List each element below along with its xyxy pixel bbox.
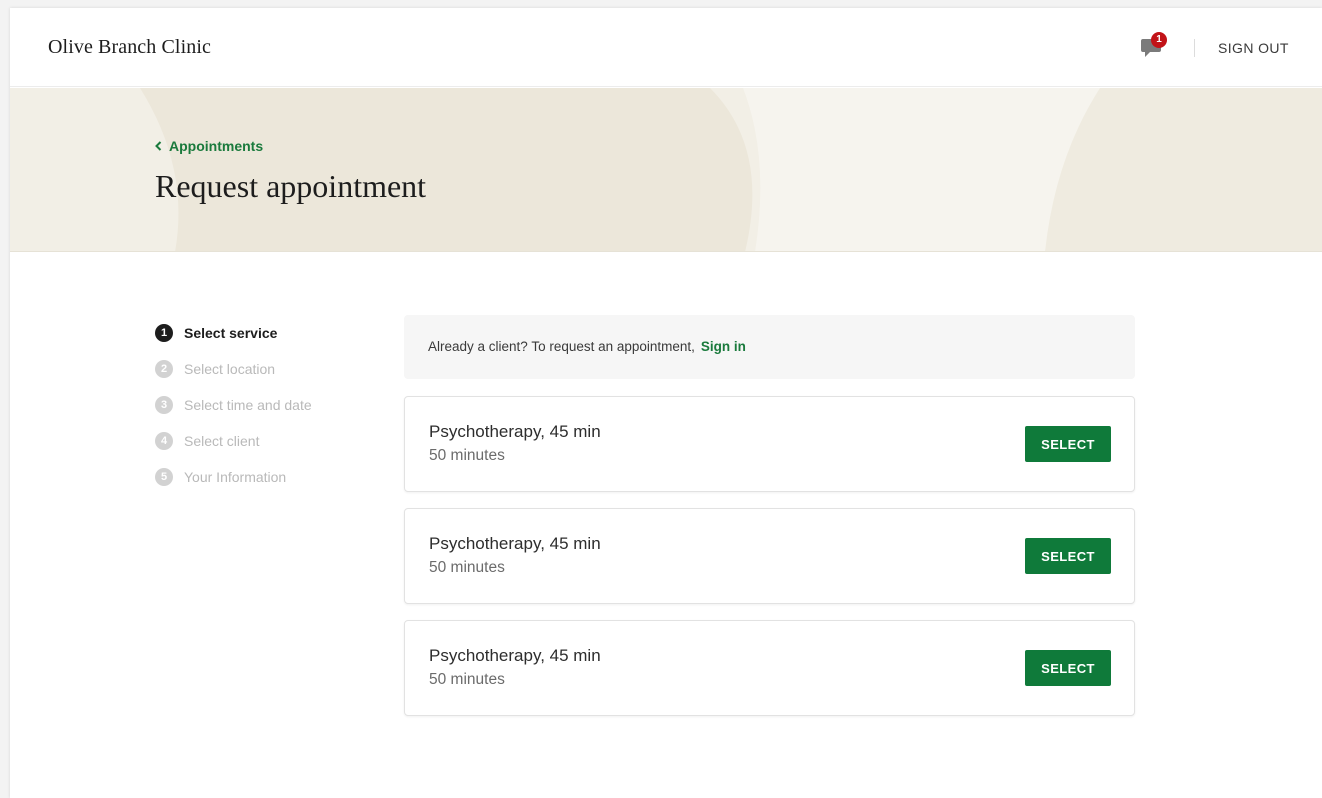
step-select-time-date: 3 Select time and date — [155, 387, 375, 423]
service-title: Psychotherapy, 45 min — [429, 534, 601, 553]
step-select-location: 2 Select location — [155, 351, 375, 387]
back-link-label: Appointments — [169, 138, 264, 154]
select-service-button[interactable]: SELECT — [1025, 650, 1111, 686]
top-bar: Olive Branch Clinic 1 SIGN OUT — [10, 8, 1322, 87]
sign-in-link[interactable]: Sign in — [701, 339, 746, 354]
back-to-appointments-link[interactable]: Appointments — [155, 138, 263, 154]
page-banner: Appointments Request appointment — [10, 88, 1322, 252]
step-label: Select location — [184, 361, 276, 377]
service-duration: 50 minutes — [429, 671, 505, 688]
select-service-button[interactable]: SELECT — [1025, 538, 1111, 574]
step-number: 3 — [155, 396, 173, 414]
service-card: Psychotherapy, 45 min 50 minutes SELECT — [404, 620, 1135, 716]
step-label: Select time and date — [184, 397, 312, 413]
messages-button[interactable]: 1 — [1138, 32, 1172, 62]
step-label: Select service — [184, 325, 278, 341]
sign-out-button[interactable]: SIGN OUT — [1218, 40, 1289, 56]
step-select-client: 4 Select client — [155, 423, 375, 459]
clinic-name: Olive Branch Clinic — [48, 36, 211, 58]
step-your-information: 5 Your Information — [155, 459, 375, 495]
step-label: Your Information — [184, 469, 287, 485]
service-duration: 50 minutes — [429, 559, 505, 576]
page: Olive Branch Clinic 1 SIGN OUT Appointme… — [10, 8, 1322, 798]
step-number: 1 — [155, 324, 173, 342]
header-divider — [1194, 39, 1195, 57]
chevron-left-icon — [155, 138, 162, 154]
service-title: Psychotherapy, 45 min — [429, 646, 601, 665]
service-title: Psychotherapy, 45 min — [429, 422, 601, 441]
existing-client-notice: Already a client? To request an appointm… — [404, 315, 1135, 379]
step-number: 5 — [155, 468, 173, 486]
notification-badge: 1 — [1151, 32, 1167, 48]
step-label: Select client — [184, 433, 260, 449]
service-card: Psychotherapy, 45 min 50 minutes SELECT — [404, 508, 1135, 604]
service-duration: 50 minutes — [429, 447, 505, 464]
page-title: Request appointment — [155, 168, 427, 204]
step-list: 1 Select service 2 Select location 3 Sel… — [155, 315, 375, 495]
service-card: Psychotherapy, 45 min 50 minutes SELECT — [404, 396, 1135, 492]
select-service-button[interactable]: SELECT — [1025, 426, 1111, 462]
step-number: 2 — [155, 360, 173, 378]
notice-text: Already a client? To request an appointm… — [428, 339, 695, 354]
step-select-service: 1 Select service — [155, 315, 375, 351]
step-number: 4 — [155, 432, 173, 450]
